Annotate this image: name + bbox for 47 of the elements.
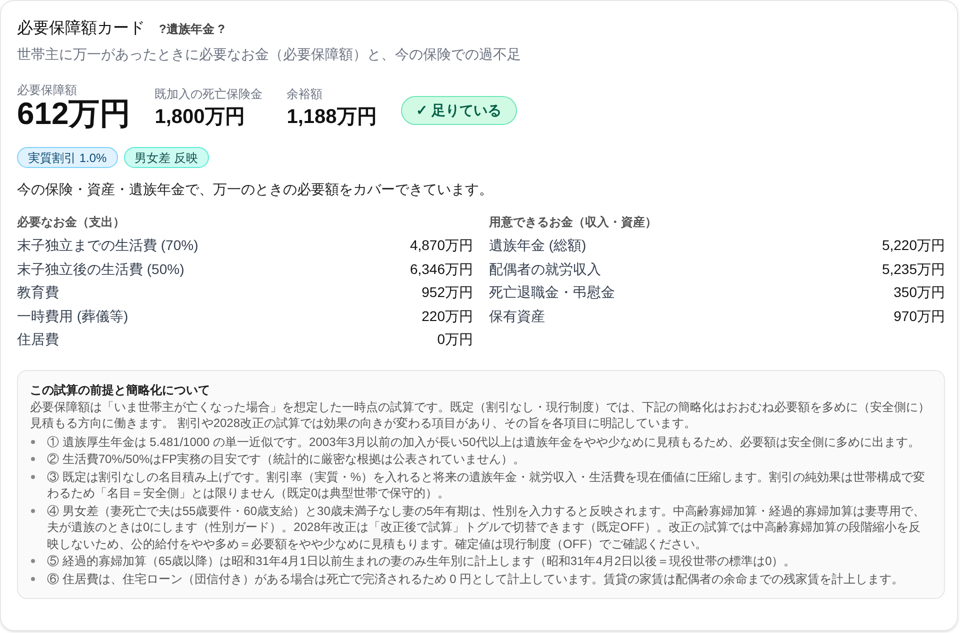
note-item: ⑤ 経過的寡婦加算（65歳以降）は昭和31年4月1日以前生まれの妻のみ生年別に計上します（昭和31年4月2日以後＝現役世帯の標準は0）。 (47, 553, 796, 570)
bullet-icon (31, 576, 35, 581)
tag-chip: 男女差 反映 (124, 147, 210, 168)
amount-value: 350万円 (894, 283, 945, 302)
metric-label: 必要保障額 (17, 83, 78, 97)
amount-value: 5,220万円 (882, 236, 945, 256)
expense-label: 末子独立までの生活費 (70%) (17, 236, 198, 256)
resource-label: 配偶者の就労収入 (489, 260, 601, 279)
bullet-icon (31, 457, 35, 462)
summary-text: 今の保険・資産・遺族年金で、万一のときの必要額をカバーできています。 (17, 180, 494, 199)
metric-value: 1,188万円 (286, 105, 377, 129)
metric-value: 612万円 (17, 97, 131, 131)
amount-value: 220万円 (422, 306, 473, 326)
metric-label: 既加入の死亡保険金 (154, 87, 263, 101)
amount-value: 970万円 (894, 306, 945, 326)
expense-label: 末子独立後の生活費 (50%) (17, 260, 184, 279)
bullet-icon (31, 508, 35, 513)
bullet-icon (31, 474, 35, 479)
status-badge: ✓ 足りている (400, 96, 517, 125)
expense-label: 一時費用 (葬儀等) (17, 306, 128, 326)
note-item: ① 遺族厚生年金は 5.481/1000 の単一近似です。2003年3月以前の加入が長い50代以上は遺族年金をやや少なめに見積もるため、必要額は安全側に多めに出ます。 (47, 434, 920, 450)
amount-value: 6,346万円 (410, 260, 473, 279)
card-title: 必要保障額カード (17, 19, 145, 39)
metric-label: 余裕額 (286, 87, 324, 101)
note-item: ② 生活費70%/50%はFP実務の目安です（統計的に厳密な根拠は公表されていません）。 (47, 451, 526, 468)
resource-label: 保有資産 (489, 306, 545, 326)
expense-label: 教育費 (17, 283, 59, 302)
notes-intro: 必要保障額は「いま世帯主が亡くなった場合」を想定した一時点の試算です。既定（割引なし・現行制度）では、下記の簡略化はおおむね必要額を多めに（安全側に）見積もる方向に働きます。 割引や2028改正の試算では効果の向きが変わる項目があり、その旨を各項目に明記しています。 (30, 398, 931, 432)
bullet-icon (31, 559, 35, 564)
notes-title: この試算の前提と簡略化について (30, 382, 211, 398)
card-subtitle: 世帯主に万一があったときに必要なお金（必要保障額）と、今の保険での過不足 (17, 45, 522, 64)
resource-label: 死亡退職金・弔慰金 (489, 283, 615, 302)
amount-value: 952万円 (422, 283, 473, 302)
amount-value: 5,235万円 (882, 260, 945, 279)
help-link[interactable]: ?遺族年金 ? (159, 20, 225, 38)
column-heading: 用意できるお金（収入・資産） (489, 214, 658, 230)
note-item: ④ 男女差（妻死亡で夫は55歳要件・60歳支給）と30歳未満子なし妻の5年有期は、性別を入力すると反映されます。中高齢寡婦加算・経過的寡婦加算は妻専用で、夫が遺族のときは0にします（性別ガード）。2028年改正は「改正後で試算」トグルで切替できます（既定OFF）。改正の試算では中高齢寡婦加算の段階縮小を反映しないため、公的給付をやや多め＝必要額をやや少なめに見積もります。確定値は現行制度（OFF）でご確認ください。 (47, 502, 926, 552)
resource-label: 遺族年金 (総額) (489, 236, 586, 256)
amount-value: 4,870万円 (410, 236, 473, 256)
amount-value: 0万円 (437, 330, 473, 350)
note-item: ③ 既定は割引なしの名目積み上げです。割引率（実質・%）を入れると将来の遺族年金・就労収入・生活費を現在価値に圧縮します。割引の純効果は世帯構成で変わるため「名目＝安全側」とは限りません（既定0は典型世帯で保守的）。 (47, 468, 926, 502)
column-heading: 必要なお金（支出） (17, 214, 126, 230)
bullet-icon (31, 440, 35, 444)
tag-chip: 実質割引 1.0% (17, 147, 118, 168)
metric-value: 1,800万円 (154, 105, 246, 129)
expense-label: 住居費 (17, 330, 59, 350)
note-item: ⑥ 住居費は、住宅ローン（団信付き）がある場合は死亡で完済されるため 0 円として計上しています。賃貸の家賃は配偶者の余命までの残家賃を計上します。 (47, 570, 904, 587)
